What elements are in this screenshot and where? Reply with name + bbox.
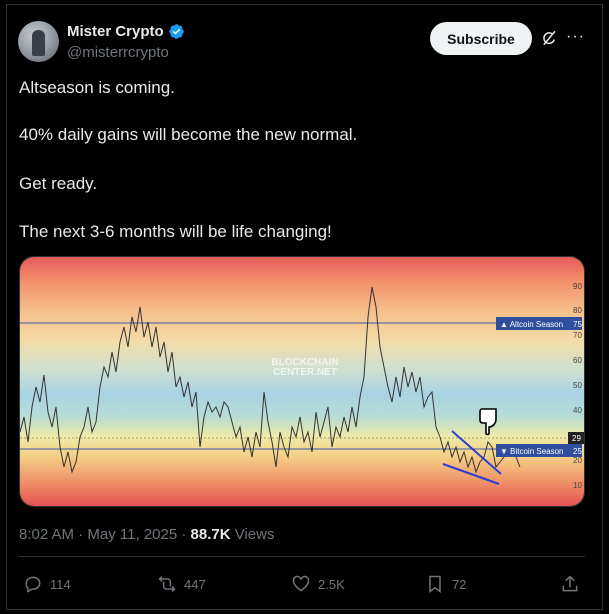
post-text-line: Altseason is coming.	[19, 78, 175, 97]
post-text-line: 40% daily gains will become the new norm…	[19, 125, 358, 144]
bitcoin-label-text: ▼ Bitcoin Season	[500, 447, 564, 456]
axis-tick: 10	[573, 481, 582, 490]
watermark-line: CENTER.NET	[273, 367, 337, 378]
repost-button[interactable]: 447	[157, 574, 206, 594]
meta-separator: ·	[78, 526, 84, 543]
reply-icon	[25, 576, 41, 593]
share-icon[interactable]	[560, 574, 580, 594]
repost-count: 447	[184, 576, 206, 592]
altcoin-value-text: 75	[573, 320, 582, 329]
axis-tick: 40	[573, 406, 582, 415]
svg-text:29: 29	[572, 434, 581, 443]
post-text-line: Get ready.	[19, 174, 98, 193]
chart-background	[20, 257, 584, 506]
axis-tick: 60	[573, 356, 582, 365]
post-image[interactable]: BLOCKCHAIN CENTER.NET ▲ Altcoin Season 7…	[19, 256, 585, 507]
axis-tick: 20	[573, 456, 582, 465]
bookmark-count: 72	[452, 576, 467, 592]
reply-button[interactable]: 114	[23, 574, 71, 594]
bitcoin-value-text: 25	[573, 447, 582, 456]
bookmark-icon	[429, 575, 441, 593]
y-axis-ticks: 90 80 70 60 50 40 20 10	[573, 282, 582, 490]
views-count: 88.7K	[190, 526, 231, 543]
author-name-row: Mister Crypto	[67, 23, 185, 40]
altcoin-label-text: ▲ Altcoin Season	[500, 320, 563, 329]
reply-count: 114	[50, 576, 71, 592]
bitcoin-season-label: ▼ Bitcoin Season 25	[496, 444, 582, 457]
avatar[interactable]	[18, 21, 59, 62]
views-label: Views	[234, 526, 275, 543]
axis-tick: 50	[573, 381, 582, 390]
altcoin-season-label: ▲ Altcoin Season 75	[496, 317, 582, 330]
like-button[interactable]: 2.5K	[291, 574, 345, 594]
meta-separator: ·	[181, 526, 187, 543]
axis-tick: 70	[573, 331, 582, 340]
repost-icon	[158, 575, 176, 593]
post-text-line: The next 3-6 months will be life changin…	[19, 222, 332, 241]
bookmark-button[interactable]: 72	[425, 574, 466, 594]
more-icon[interactable]: ···	[566, 28, 584, 46]
verified-badge-icon	[168, 24, 184, 39]
divider	[19, 556, 585, 557]
axis-tick: 90	[573, 282, 582, 291]
author-name[interactable]: Mister Crypto	[67, 23, 164, 40]
like-count: 2.5K	[318, 576, 345, 592]
author-handle[interactable]: @misterrcrypto	[67, 44, 169, 61]
heart-icon	[292, 575, 310, 592]
post-time[interactable]: 8:02 AM	[19, 526, 74, 543]
subscribe-button[interactable]: Subscribe	[430, 22, 532, 55]
grok-icon[interactable]	[540, 29, 558, 47]
post-date[interactable]: May 11, 2025	[87, 526, 177, 543]
axis-tick: 80	[573, 306, 582, 315]
post-meta: 8:02 AM · May 11, 2025 · 88.7K Views	[19, 526, 274, 543]
current-value-label: 29	[568, 432, 584, 444]
